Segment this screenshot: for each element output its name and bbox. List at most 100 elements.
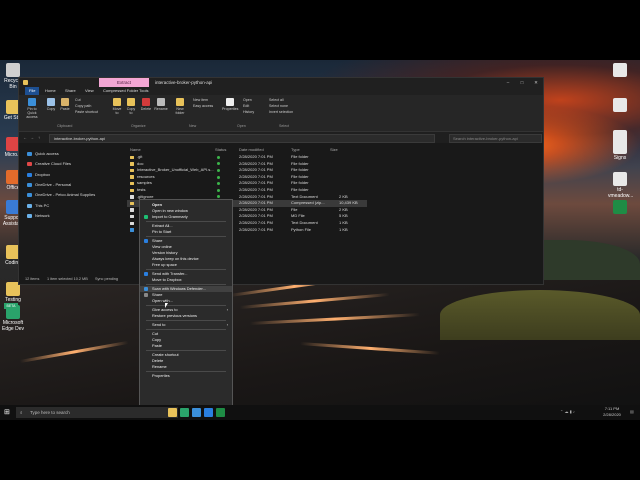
- file-row[interactable]: Interactive_Broker_Unofficial_Web_API.s.…: [127, 167, 367, 174]
- tab-view[interactable]: View: [85, 87, 94, 95]
- menu-item[interactable]: Import to Grammarly: [140, 214, 232, 220]
- file-row[interactable]: doc 2/28/2020 7:01 PM File folder: [127, 161, 367, 168]
- menu-item[interactable]: Paste: [140, 343, 232, 349]
- menu-separator: [146, 305, 226, 306]
- background-grass: [440, 290, 640, 340]
- menu-item[interactable]: Pin to Start: [140, 229, 232, 235]
- copy-button[interactable]: Copy: [45, 98, 57, 111]
- menu-item-label: Send to: [152, 322, 166, 327]
- column-type[interactable]: Type: [291, 147, 300, 152]
- nav-item-icon: [27, 213, 32, 218]
- tab-manage-extract[interactable]: Extract: [99, 78, 149, 87]
- tab-home[interactable]: Home: [45, 87, 56, 95]
- desktop-icon[interactable]: Signs: [608, 140, 632, 161]
- desktop-icon[interactable]: [608, 63, 632, 78]
- ribbon: Pin to Quick access Copy Paste Cut Copy …: [19, 95, 543, 132]
- file-row[interactable]: samples 2/28/2020 7:01 PM File folder: [127, 180, 367, 187]
- new-folder-button[interactable]: New folder: [173, 98, 187, 115]
- menu-item[interactable]: Restore previous versions: [140, 313, 232, 319]
- nav-item-label: Network: [35, 213, 50, 218]
- menu-separator: [146, 269, 226, 270]
- move-to-button[interactable]: Move to: [111, 98, 123, 115]
- nav-item[interactable]: OneDrive - Personal: [27, 181, 71, 188]
- tray-icons[interactable]: ⌃ ☁ ▮ ♪: [560, 409, 575, 414]
- minimize-icon[interactable]: –: [501, 78, 515, 87]
- sync-status-icon: [217, 175, 220, 179]
- cut-button[interactable]: Cut: [75, 98, 81, 102]
- desktop-icon[interactable]: td-vmeadow...: [608, 172, 634, 199]
- nav-item-label: Quick access: [35, 151, 59, 156]
- taskbar-app-icon[interactable]: [168, 408, 177, 417]
- history-button[interactable]: History: [243, 110, 254, 114]
- nav-item[interactable]: OneDrive - Petco Animal Supplies: [27, 191, 95, 198]
- select-none-button[interactable]: Select none: [269, 104, 288, 108]
- file-type: File folder: [291, 173, 309, 179]
- taskbar-search[interactable]: ⌕ Type here to search: [16, 407, 178, 418]
- desktop-icon-label: td-vmeadow...: [608, 187, 634, 199]
- nav-item-label: Dropbox: [35, 172, 51, 177]
- file-explorer-window[interactable]: Extract interactive-broker-python-api – …: [18, 77, 544, 285]
- file-row[interactable]: .git 2/28/2020 7:01 PM File folder: [127, 154, 367, 161]
- taskbar-app-icon[interactable]: [204, 408, 213, 417]
- tab-compressed-folder-tools[interactable]: Compressed Folder Tools: [103, 87, 149, 95]
- copy-path-button[interactable]: Copy path: [75, 104, 91, 108]
- menu-separator: [146, 236, 226, 237]
- delete-button[interactable]: Delete: [140, 98, 152, 111]
- nav-item[interactable]: Quick access: [27, 150, 59, 157]
- menu-item[interactable]: Open with...: [140, 298, 232, 304]
- maximize-icon[interactable]: □: [515, 78, 529, 87]
- new-item-button[interactable]: New item: [193, 98, 208, 102]
- menu-separator: [146, 371, 226, 372]
- nav-item[interactable]: Network: [27, 212, 50, 219]
- taskbar-app-icon[interactable]: [192, 408, 201, 417]
- windows-start-icon[interactable]: ⊞: [4, 409, 11, 416]
- desktop-icon[interactable]: [608, 200, 632, 215]
- paste-button[interactable]: Paste: [59, 98, 71, 111]
- menu-item[interactable]: Properties: [140, 373, 232, 379]
- nav-item[interactable]: Creative Cloud Files: [27, 160, 71, 167]
- desktop-icon[interactable]: [608, 98, 632, 113]
- rename-button[interactable]: Rename: [154, 98, 168, 111]
- column-name[interactable]: Name: [130, 147, 141, 152]
- menu-item[interactable]: Send to ›: [140, 322, 232, 328]
- forward-icon[interactable]: →: [30, 132, 34, 143]
- menu-item-label: Import to Grammarly: [152, 214, 188, 219]
- clock[interactable]: 7:11 PM 2/28/2020: [597, 406, 627, 418]
- tab-file[interactable]: File: [25, 87, 40, 95]
- tab-share[interactable]: Share: [65, 87, 76, 95]
- nav-item[interactable]: This PC: [27, 202, 49, 209]
- search-input[interactable]: Search interactive-broker-python-api: [449, 134, 542, 143]
- taskbar-app-icon[interactable]: [180, 408, 189, 417]
- open-button[interactable]: Open: [243, 98, 252, 102]
- nav-item[interactable]: Dropbox: [27, 171, 50, 178]
- desktop-icon[interactable]: Microsoft Edge Dev: [1, 305, 25, 332]
- paste-shortcut-button[interactable]: Paste shortcut: [75, 110, 98, 114]
- column-size[interactable]: Size: [330, 147, 338, 152]
- title-bar[interactable]: Extract interactive-broker-python-api – …: [19, 78, 543, 87]
- notification-icon[interactable]: ▤: [630, 409, 634, 414]
- column-status[interactable]: Status: [215, 147, 226, 152]
- address-bar[interactable]: interactive-broker-python-api: [49, 134, 435, 143]
- file-row[interactable]: resources 2/28/2020 7:01 PM File folder: [127, 174, 367, 181]
- menu-item[interactable]: Rename: [140, 364, 232, 370]
- desktop-icon[interactable]: Testing: [1, 282, 25, 303]
- edit-button[interactable]: Edit: [243, 104, 249, 108]
- pin-quick-access-button[interactable]: Pin to Quick access: [23, 98, 41, 119]
- file-row[interactable]: tests 2/28/2020 7:01 PM File folder: [127, 187, 367, 194]
- close-icon[interactable]: ✕: [529, 78, 543, 87]
- properties-button[interactable]: Properties: [222, 98, 238, 111]
- nav-item-icon: [27, 161, 32, 166]
- file-icon: [130, 175, 134, 179]
- menu-item[interactable]: Free up space: [140, 262, 232, 268]
- copy-to-button[interactable]: Copy to: [125, 98, 137, 115]
- back-icon[interactable]: ←: [23, 132, 27, 143]
- file-date: 2/28/2020 7:01 PM: [239, 160, 273, 166]
- column-date-modified[interactable]: Date modified: [239, 147, 264, 152]
- invert-selection-button[interactable]: Invert selection: [269, 110, 293, 114]
- menu-item[interactable]: Move to Dropbox: [140, 277, 232, 283]
- up-icon[interactable]: ↑: [38, 132, 40, 143]
- select-all-button[interactable]: Select all: [269, 98, 284, 102]
- file-size: 1 KB: [339, 226, 348, 232]
- easy-access-button[interactable]: Easy access: [193, 104, 213, 108]
- taskbar-app-icon[interactable]: [216, 408, 225, 417]
